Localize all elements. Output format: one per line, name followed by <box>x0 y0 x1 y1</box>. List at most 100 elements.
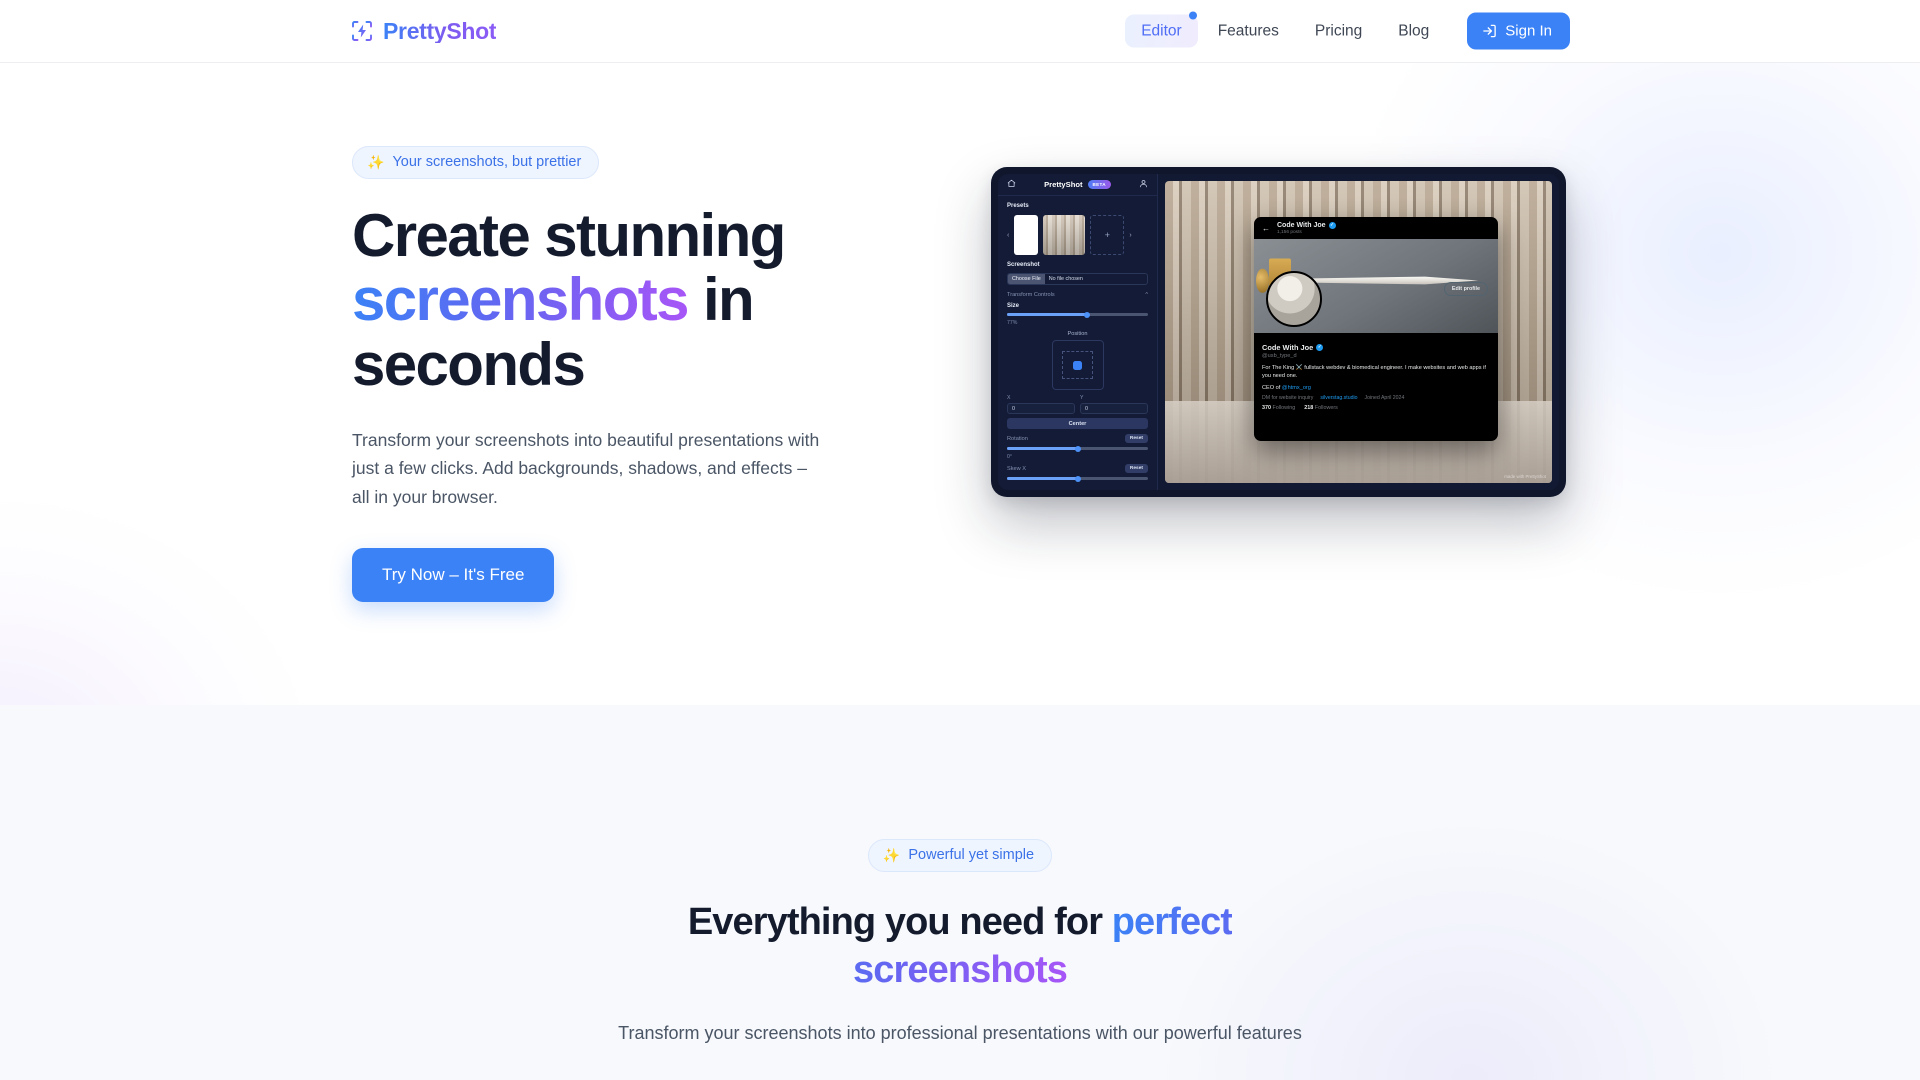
tweet-meta-joined: Joined April 2024 <box>1364 395 1405 402</box>
tweet-profile-body: Code With Joe ✓ @usb_type_d For The King… <box>1254 333 1498 411</box>
rotation-label: Rotation <box>1007 435 1028 442</box>
skew-reset-button[interactable]: Reset <box>1124 464 1148 473</box>
preset-thumb-blank[interactable] <box>1014 215 1039 255</box>
features-section: ✨ Powerful yet simple Everything you nee… <box>0 705 1920 1080</box>
tweet-ceo-prefix: CEO of <box>1262 385 1282 392</box>
position-pad[interactable] <box>1051 340 1104 390</box>
mockup-presets-row: ‹ + › <box>1007 215 1148 255</box>
preset-thumb-columns[interactable] <box>1043 215 1086 255</box>
sparkles-icon-features: ✨ <box>882 847 901 864</box>
back-arrow-icon[interactable]: ← <box>1262 224 1270 233</box>
tweet-header: ← Code With Joe ✓ 1,156 posts <box>1254 217 1498 239</box>
canvas-background-image: ← Code With Joe ✓ 1,156 posts Edit profi… <box>1165 181 1552 483</box>
main-nav: Editor Features Pricing Blog Sign In <box>1125 11 1570 50</box>
hero-subtitle: Transform your screenshots into beautifu… <box>352 429 820 507</box>
add-preset-button[interactable]: + <box>1090 215 1125 255</box>
size-value: 77% <box>1007 320 1018 326</box>
mockup-sidebar: PrettyShot BETA Presets ‹ + › Screenshot… <box>998 174 1158 490</box>
skew-x-label: Skew X <box>1007 465 1026 472</box>
nav-badge-dot <box>1188 11 1197 20</box>
y-input[interactable]: 0 <box>1080 403 1148 414</box>
home-icon[interactable] <box>1007 179 1016 190</box>
file-input[interactable]: Choose File No file chosen <box>1007 273 1148 285</box>
hero-title: Create stunning screenshots in seconds <box>352 201 952 399</box>
tweet-header-name-row: Code With Joe ✓ <box>1277 222 1336 230</box>
hero-title-line1: Create stunning <box>352 201 786 269</box>
rotation-reset-button[interactable]: Reset <box>1124 434 1148 443</box>
mockup-beta-badge: BETA <box>1087 180 1111 189</box>
tweet-bio: For The King ⚔️ fullstack webdev & biome… <box>1262 365 1486 380</box>
skew-x-slider[interactable] <box>1007 475 1148 482</box>
mockup-presets-label: Presets <box>1007 203 1029 209</box>
logo[interactable]: PrettyShot <box>350 17 497 44</box>
sparkles-icon: ✨ <box>367 154 385 171</box>
mockup-screenshot-section: Screenshot Choose File No file chosen <box>998 255 1157 285</box>
tweet-following[interactable]: 370 Following <box>1262 405 1295 411</box>
file-name-text: No file chosen <box>1048 276 1083 282</box>
verified-badge-icon: ✓ <box>1328 222 1336 230</box>
tweet-meta-site[interactable]: silverstag.studio <box>1320 395 1357 401</box>
rotation-value: 0° <box>1007 454 1012 460</box>
mockup-app-title: PrettyShot <box>1044 180 1083 189</box>
lightning-bolt-brackets-icon <box>350 19 374 43</box>
hero-title-after: in <box>687 266 755 334</box>
features-title: Everything you need for perfect screensh… <box>610 898 1310 995</box>
tweet-display-name: Code With Joe <box>1262 343 1314 353</box>
user-icon[interactable] <box>1139 179 1148 190</box>
tweet-ceo-link[interactable]: @htmx_org <box>1282 385 1311 391</box>
nav-item-pricing[interactable]: Pricing <box>1299 14 1378 48</box>
presets-next-icon[interactable]: › <box>1129 232 1131 239</box>
nav-label-editor: Editor <box>1141 22 1182 40</box>
edit-profile-button[interactable]: Edit profile <box>1443 282 1489 297</box>
mockup-presets-section: Presets ‹ + › <box>998 196 1157 255</box>
rotation-header: Rotation Reset <box>1007 434 1148 443</box>
site-header: PrettyShot Editor Features Pricing Blog <box>0 0 1920 63</box>
nav-item-blog[interactable]: Blog <box>1382 14 1445 48</box>
position-handle[interactable] <box>1073 360 1082 370</box>
features-subtitle: Transform your screenshots into professi… <box>618 1022 1302 1043</box>
mockup-screenshot-label: Screenshot <box>1007 262 1040 268</box>
mockup-canvas[interactable]: ← Code With Joe ✓ 1,156 posts Edit profi… <box>1158 174 1559 490</box>
tweet-display-name-row: Code With Joe ✓ <box>1262 343 1490 352</box>
skew-header: Skew X Reset <box>1007 464 1148 473</box>
avatar <box>1266 271 1323 328</box>
hero-content: ✨ Your screenshots, but prettier Create … <box>352 146 952 602</box>
following-count: 370 <box>1262 405 1271 412</box>
nav-item-editor[interactable]: Editor <box>1125 11 1198 48</box>
tweet-header-name: Code With Joe <box>1277 222 1326 230</box>
choose-file-button[interactable]: Choose File <box>1008 274 1045 284</box>
x-input[interactable]: 0 <box>1007 403 1075 414</box>
size-label: Size <box>1007 303 1020 309</box>
features-badge: ✨ Powerful yet simple <box>867 839 1053 872</box>
tweet-meta: DM for website inquiry silverstag.studio… <box>1262 395 1490 401</box>
tweet-screenshot: ← Code With Joe ✓ 1,156 posts Edit profi… <box>1254 217 1498 441</box>
logo-text: PrettyShot <box>383 17 497 44</box>
transform-header[interactable]: Transform Controls ^ <box>1007 292 1148 298</box>
features-badge-label: Powerful yet simple <box>908 847 1035 863</box>
rotation-slider[interactable] <box>1007 445 1148 452</box>
center-button[interactable]: Center <box>1007 418 1148 429</box>
mockup-topbar: PrettyShot BETA <box>998 174 1157 196</box>
landing-page: PrettyShot Editor Features Pricing Blog <box>0 0 1920 1080</box>
hero-title-highlight: screenshots <box>352 266 690 334</box>
tweet-banner: Edit profile <box>1254 239 1498 334</box>
followers-count: 218 <box>1304 405 1314 412</box>
x-label: X <box>1007 395 1011 401</box>
sign-in-button[interactable]: Sign In <box>1467 12 1570 50</box>
tweet-followers[interactable]: 218 Followers <box>1304 405 1338 411</box>
presets-prev-icon[interactable]: ‹ <box>1007 232 1009 239</box>
login-arrow-icon <box>1482 24 1497 39</box>
size-slider[interactable] <box>1007 311 1148 318</box>
position-inputs: X 0 Y 0 <box>1007 395 1148 414</box>
chevron-up-icon[interactable]: ^ <box>1145 292 1148 298</box>
tweet-meta-dm: DM for website inquiry <box>1262 395 1314 402</box>
features-title-plain: Everything you need for <box>687 900 1112 943</box>
hero-title-line3: seconds <box>352 331 586 399</box>
followers-label: Followers <box>1314 405 1338 412</box>
nav-item-features[interactable]: Features <box>1202 14 1295 48</box>
try-now-button[interactable]: Try Now – It's Free <box>352 547 555 602</box>
hero-badge-label: Your screenshots, but prettier <box>392 154 582 170</box>
app-mockup: PrettyShot BETA Presets ‹ + › Screenshot… <box>991 167 1566 497</box>
tweet-ceo-line: CEO of @htmx_org <box>1262 385 1490 391</box>
position-label: Position <box>1067 331 1088 337</box>
